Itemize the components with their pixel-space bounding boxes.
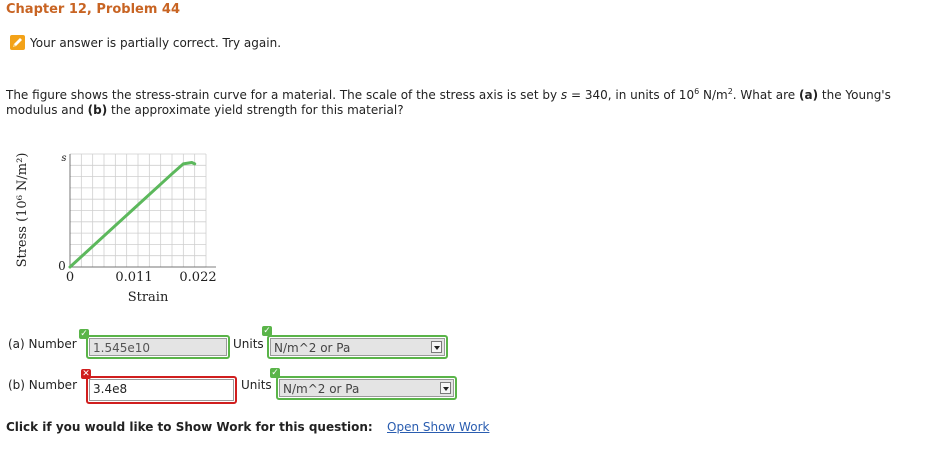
units-a-value: N/m^2 or Pa: [274, 341, 351, 355]
answer-a-field[interactable]: 1.545e10: [86, 335, 230, 359]
problem-title: Chapter 12, Problem 44: [6, 2, 181, 17]
answer-b-field[interactable]: 3.4e8: [86, 376, 237, 404]
units-b-label: Units: [241, 378, 272, 392]
units-a-label: Units: [233, 337, 264, 351]
correct-check-icon: ✓: [79, 329, 89, 339]
x-axis-label: Strain: [128, 290, 169, 305]
answer-b-input[interactable]: 3.4e8: [89, 379, 234, 401]
y-tick-label-s: s: [61, 153, 66, 164]
x-tick-label-0022: 0.022: [179, 270, 216, 285]
units-b-field[interactable]: N/m^2 or Pa: [276, 376, 457, 400]
answer-a-input[interactable]: 1.545e10: [89, 338, 227, 356]
pencil-icon: [10, 35, 25, 50]
correct-check-icon: ✓: [262, 326, 272, 336]
dropdown-arrow-icon[interactable]: [440, 382, 451, 394]
y-tick-label-0: 0: [58, 259, 66, 273]
open-show-work-link[interactable]: Open Show Work: [387, 420, 489, 434]
answer-b-label: (b) Number: [8, 378, 77, 392]
units-b-value: N/m^2 or Pa: [283, 382, 360, 396]
x-tick-label-0: 0: [66, 270, 74, 285]
incorrect-x-icon: ✕: [81, 369, 91, 379]
y-axis-label: Stress (10⁶ N/m²): [15, 153, 30, 268]
stress-strain-figure: Stress (10⁶ N/m²) s 0 0 0.011 0.022 Stra…: [15, 153, 217, 305]
show-work-prompt: Click if you would like to Show Work for…: [6, 420, 373, 434]
status-message-row: Your answer is partially correct. Try ag…: [10, 35, 281, 50]
units-a-field[interactable]: N/m^2 or Pa: [267, 335, 448, 359]
answer-a-label: (a) Number: [8, 337, 77, 351]
units-a-select[interactable]: N/m^2 or Pa: [270, 338, 445, 356]
dropdown-arrow-icon[interactable]: [431, 341, 442, 353]
status-text: Your answer is partially correct. Try ag…: [30, 35, 282, 50]
x-tick-label-0011: 0.011: [115, 270, 152, 285]
stress-strain-curve: [68, 161, 197, 269]
correct-check-icon: ✓: [270, 368, 280, 378]
question-text: The figure shows the stress-strain curve…: [6, 87, 891, 117]
units-b-select[interactable]: N/m^2 or Pa: [279, 379, 454, 397]
